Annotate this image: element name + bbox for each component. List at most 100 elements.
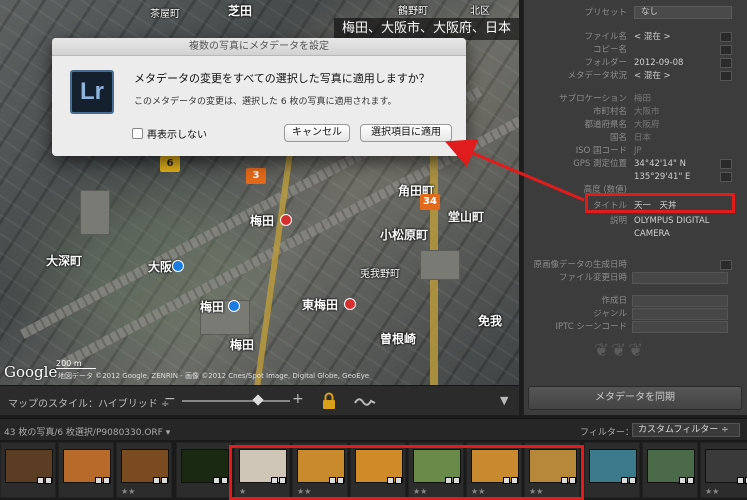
row-action-icon[interactable] [720, 159, 732, 169]
dont-show-checkbox[interactable]: 再表示しない [132, 126, 207, 141]
badge-icons [621, 477, 636, 484]
filmstrip-thumbnail[interactable] [58, 442, 114, 498]
metadata-field[interactable] [632, 321, 728, 333]
metadata-label: フォルダー [584, 58, 627, 68]
map-label: 梅田 [230, 338, 255, 352]
edit-badge-icon [687, 477, 694, 484]
map-label: 茶屋町 [150, 9, 180, 20]
metadata-value[interactable]: 大阪府 [634, 118, 660, 132]
filmstrip-thumbnail[interactable] [642, 442, 698, 498]
badge-icons [213, 477, 228, 484]
map-scale: 200 m [56, 359, 96, 369]
photo-count-pin[interactable]: 34 [420, 194, 440, 210]
map-badge-icon [95, 477, 102, 484]
metadata-label: 国名 [609, 133, 627, 143]
badge-icons [95, 477, 110, 484]
metadata-field[interactable] [632, 272, 728, 284]
metadata-value[interactable]: < 混在 > [634, 69, 671, 83]
metadata-value[interactable]: OLYMPUS DIGITAL [634, 214, 710, 228]
badge-icons [153, 477, 168, 484]
google-logo: Google [4, 363, 58, 381]
map-label: 梅田 [200, 300, 225, 314]
map-badge-icon [737, 477, 744, 484]
metadata-value[interactable]: 梅田 [634, 92, 651, 106]
dialog-title: 複数の写真にメタデータを設定 [52, 38, 466, 56]
metadata-label: ファイル変更日時 [558, 273, 627, 283]
map-badge-icon [153, 477, 160, 484]
metadata-label: 説明 [609, 216, 627, 226]
metadata-row: フォルダー 2012-09-08 [524, 56, 747, 70]
photo-count-pin[interactable]: 6 [160, 156, 180, 172]
filmstrip-thumbnail[interactable]: ★★ [700, 442, 747, 498]
metadata-value[interactable]: 34°42'14" N [634, 157, 686, 171]
metadata-dialog: 複数の写真にメタデータを設定 Lr メタデータの変更をすべての選択した写真に適用… [52, 38, 466, 156]
edit-badge-icon [161, 477, 168, 484]
filter-label: フィルター： [580, 428, 634, 438]
map-label: 芝田 [228, 4, 253, 18]
edit-badge-icon [103, 477, 110, 484]
metadata-label: ISO 国コード [575, 146, 627, 156]
metadata-row: 135°29'41" E [524, 170, 747, 184]
row-action-icon[interactable] [720, 58, 732, 68]
metadata-label: メタデータ状況 [567, 71, 627, 81]
map-label: 大深町 [46, 254, 83, 268]
filmstrip-thumbnail[interactable] [584, 442, 640, 498]
station-icon [172, 260, 184, 272]
metadata-field[interactable] [632, 295, 728, 307]
apply-to-selected-button[interactable]: 選択項目に適用 [360, 124, 452, 142]
photo-count-text[interactable]: 43 枚の写真/6 枚選択/P9080330.ORF ▾ [4, 425, 170, 438]
photo-count-pin[interactable]: 3 [246, 168, 266, 184]
lightroom-icon: Lr [70, 70, 114, 114]
lock-icon[interactable] [322, 392, 336, 410]
dialog-question: メタデータの変更をすべての選択した写真に適用しますか？ [134, 72, 430, 85]
row-action-icon[interactable] [720, 71, 732, 81]
zoom-in-icon[interactable]: + [292, 391, 304, 407]
metadata-value[interactable]: < 混在 > [634, 30, 671, 44]
metadata-row: GPS 測定位置 34°42'14" N [524, 157, 747, 171]
filter-select[interactable]: カスタムフィルター ÷ [632, 423, 740, 437]
map-label: 堂山町 [448, 210, 485, 224]
metadata-value[interactable]: 大阪市 [634, 105, 660, 119]
row-action-icon[interactable] [720, 32, 732, 42]
dont-show-label: 再表示しない [147, 130, 207, 141]
metadata-field[interactable] [632, 308, 728, 320]
row-action-icon[interactable] [720, 172, 732, 182]
metadata-value[interactable]: 2012-09-08 [634, 56, 683, 70]
metadata-label: ファイル名 [584, 32, 627, 42]
filmstrip-thumbnail[interactable] [176, 442, 232, 498]
map-style-select[interactable]: マップのスタイル：ハイブリッド ÷ [8, 395, 169, 410]
filmstrip-thumbnail[interactable] [0, 442, 56, 498]
zoom-slider-knob[interactable] [252, 394, 264, 406]
metadata-row: コピー名 [524, 43, 747, 57]
rating-stars: ★★ [121, 487, 136, 496]
row-action-icon[interactable] [720, 45, 732, 55]
metadata-value[interactable]: JP [634, 144, 642, 158]
selection-highlight-box [229, 445, 584, 500]
metadata-row: CAMERA [524, 227, 747, 241]
metadata-row: 作成日 [524, 294, 747, 308]
metadata-row: 説明 OLYMPUS DIGITAL [524, 214, 747, 228]
cancel-button[interactable]: キャンセル [284, 124, 350, 142]
map-badge-icon [621, 477, 628, 484]
map-label: 北区 [470, 6, 490, 17]
triangle-down-icon[interactable]: ▼ [500, 394, 508, 407]
station-icon [280, 214, 292, 226]
metadata-value[interactable]: 135°29'41" E [634, 170, 690, 184]
metadata-row: 市町村名 大阪市 [524, 105, 747, 119]
checkbox-icon[interactable] [132, 128, 143, 139]
tracklog-icon[interactable] [354, 394, 376, 408]
metadata-label: ジャンル [593, 309, 627, 319]
zoom-slider[interactable] [182, 394, 290, 406]
metadata-label: サブロケーション [559, 94, 627, 104]
metadata-value[interactable]: CAMERA [634, 227, 670, 241]
filmstrip-thumbnail[interactable]: ★★ [116, 442, 172, 498]
preset-select[interactable]: なし [634, 6, 732, 19]
metadata-row: ジャンル [524, 307, 747, 321]
row-action-icon[interactable] [720, 260, 732, 270]
metadata-value[interactable]: 日本 [634, 131, 651, 145]
filmstrip-header: 43 枚の写真/6 枚選択/P9080330.ORF ▾ フィルター： カスタム… [0, 418, 747, 440]
location-banner: 梅田、大阪市、大阪府、日本 [333, 18, 519, 40]
badge-icons [37, 477, 52, 484]
sync-metadata-button[interactable]: メタデータを同期 [528, 386, 742, 410]
zoom-out-icon[interactable]: − [164, 391, 176, 407]
